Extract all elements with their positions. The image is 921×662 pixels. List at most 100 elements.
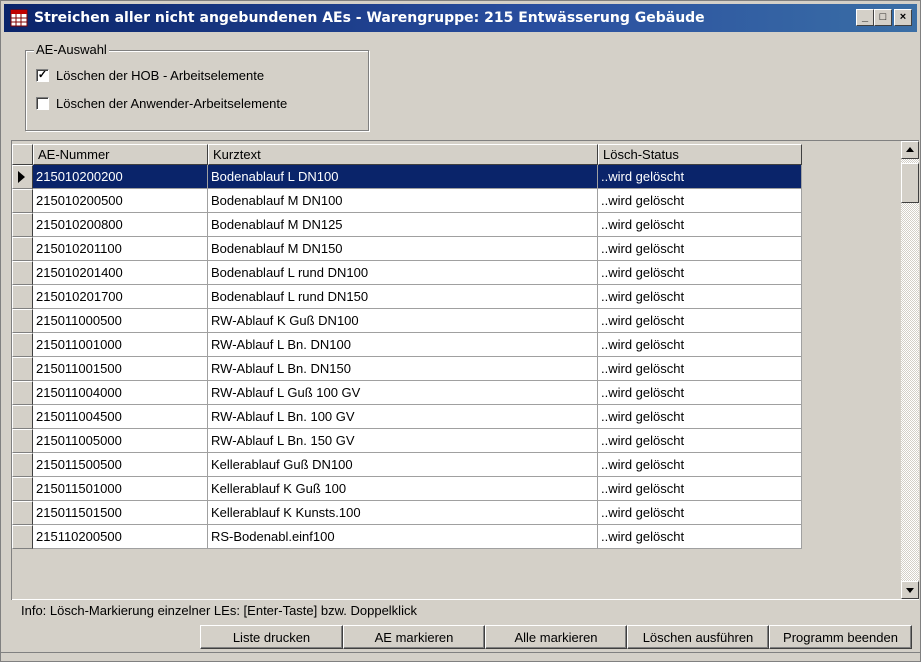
cell-nummer[interactable]: 215010200500 [33, 189, 208, 213]
cell-status[interactable]: ..wird gelöscht [598, 309, 802, 333]
row-indicator[interactable] [12, 477, 33, 501]
table-row[interactable]: 215010200800 Bodenablauf M DN125 ..wird ge… [12, 213, 802, 237]
cell-nummer[interactable]: 215110200500 [33, 525, 208, 549]
cell-nummer[interactable]: 215011501000 [33, 477, 208, 501]
cell-status[interactable]: ..wird gelöscht [598, 261, 802, 285]
checkbox-user[interactable] [36, 97, 49, 110]
row-indicator[interactable] [12, 189, 33, 213]
vertical-scrollbar[interactable] [901, 141, 919, 599]
cell-status[interactable]: ..wird gelöscht [598, 285, 802, 309]
table-row[interactable]: 215011004500 RW-Ablauf L Bn. 100 GV ..wird… [12, 405, 802, 429]
scroll-up-icon[interactable] [901, 141, 919, 159]
cell-kurztext[interactable]: Bodenablauf L rund DN150 [208, 285, 598, 309]
cell-kurztext[interactable]: RW-Ablauf L Bn. 150 GV [208, 429, 598, 453]
option-hob-elements[interactable]: ✓ Löschen der HOB - Arbeitselemente [36, 68, 264, 83]
table-row[interactable]: 215011001500 RW-Ablauf L Bn. DN150 ..wird … [12, 357, 802, 381]
cell-nummer[interactable]: 215011500500 [33, 453, 208, 477]
cell-kurztext[interactable]: Bodenablauf L DN100 [208, 165, 598, 189]
table-row[interactable]: 215010200200 Bodenablauf L DN100 ..wird ge… [12, 165, 802, 189]
table-row[interactable]: 215011500500 Kellerablauf Guß DN100 ..wird… [12, 453, 802, 477]
cell-status[interactable]: ..wird gelöscht [598, 237, 802, 261]
scroll-thumb[interactable] [901, 163, 919, 203]
cell-nummer[interactable]: 215010201400 [33, 261, 208, 285]
row-indicator[interactable] [12, 261, 33, 285]
cell-nummer[interactable]: 215010200200 [33, 165, 208, 189]
cell-kurztext[interactable]: Kellerablauf K Guß 100 [208, 477, 598, 501]
cell-status[interactable]: ..wird gelöscht [598, 357, 802, 381]
cell-status[interactable]: ..wird gelöscht [598, 429, 802, 453]
execute-delete-button[interactable]: Löschen ausführen [627, 625, 769, 649]
row-indicator[interactable] [12, 285, 33, 309]
data-grid[interactable]: AE-Nummer Kurztext Lösch-Status 21501020… [11, 140, 919, 600]
row-indicator[interactable] [12, 237, 33, 261]
table-row[interactable]: 215010201700 Bodenablauf L rund DN150 ..wi… [12, 285, 802, 309]
cell-nummer[interactable]: 215011004000 [33, 381, 208, 405]
cell-nummer[interactable]: 215011005000 [33, 429, 208, 453]
table-row[interactable]: 215011004000 RW-Ablauf L Guß 100 GV ..wird… [12, 381, 802, 405]
table-row[interactable]: 215010201100 Bodenablauf M DN150 ..wird ge… [12, 237, 802, 261]
row-indicator[interactable] [12, 381, 33, 405]
table-row[interactable]: 215011501500 Kellerablauf K Kunsts.100 ..w… [12, 501, 802, 525]
row-indicator[interactable] [12, 213, 33, 237]
cell-kurztext[interactable]: RS-Bodenabl.einf100 [208, 525, 598, 549]
cell-status[interactable]: ..wird gelöscht [598, 525, 802, 549]
exit-program-button[interactable]: Programm beenden [769, 625, 912, 649]
row-indicator[interactable] [12, 453, 33, 477]
cell-kurztext[interactable]: Bodenablauf M DN150 [208, 237, 598, 261]
cell-nummer[interactable]: 215011001000 [33, 333, 208, 357]
cell-nummer[interactable]: 215010201100 [33, 237, 208, 261]
row-indicator[interactable] [12, 429, 33, 453]
cell-kurztext[interactable]: Bodenablauf M DN100 [208, 189, 598, 213]
cell-kurztext[interactable]: RW-Ablauf L Bn. DN100 [208, 333, 598, 357]
cell-kurztext[interactable]: Kellerablauf K Kunsts.100 [208, 501, 598, 525]
title-bar[interactable]: Streichen aller nicht angebundenen AEs -… [4, 4, 917, 32]
cell-kurztext[interactable]: RW-Ablauf L Bn. 100 GV [208, 405, 598, 429]
scroll-down-icon[interactable] [901, 581, 919, 599]
row-indicator[interactable] [12, 333, 33, 357]
cell-nummer[interactable]: 215011004500 [33, 405, 208, 429]
column-header-nummer[interactable]: AE-Nummer [33, 144, 208, 165]
table-row[interactable]: 215011501000 Kellerablauf K Guß 100 ..wird… [12, 477, 802, 501]
cell-status[interactable]: ..wird gelöscht [598, 381, 802, 405]
checkbox-hob[interactable]: ✓ [36, 69, 49, 82]
table-row[interactable]: 215010200500 Bodenablauf M DN100 ..wird ge… [12, 189, 802, 213]
row-indicator-arrow-icon[interactable] [12, 165, 33, 189]
cell-kurztext[interactable]: Kellerablauf Guß DN100 [208, 453, 598, 477]
minimize-button[interactable]: _ [856, 9, 874, 26]
cell-nummer[interactable]: 215010201700 [33, 285, 208, 309]
cell-status[interactable]: ..wird gelöscht [598, 189, 802, 213]
close-button[interactable]: × [894, 9, 912, 26]
table-row[interactable]: 215011005000 RW-Ablauf L Bn. 150 GV ..wird… [12, 429, 802, 453]
mark-ae-button[interactable]: AE markieren [343, 625, 485, 649]
cell-status[interactable]: ..wird gelöscht [598, 477, 802, 501]
mark-all-button[interactable]: Alle markieren [485, 625, 627, 649]
row-indicator[interactable] [12, 525, 33, 549]
maximize-button[interactable]: □ [874, 9, 892, 26]
column-header-status[interactable]: Lösch-Status [598, 144, 802, 165]
cell-nummer[interactable]: 215010200800 [33, 213, 208, 237]
column-header-kurztext[interactable]: Kurztext [208, 144, 598, 165]
cell-nummer[interactable]: 215011000500 [33, 309, 208, 333]
cell-status[interactable]: ..wird gelöscht [598, 213, 802, 237]
table-row[interactable]: 215011000500 RW-Ablauf K Guß DN100 ..wird … [12, 309, 802, 333]
cell-status[interactable]: ..wird gelöscht [598, 453, 802, 477]
cell-status[interactable]: ..wird gelöscht [598, 333, 802, 357]
cell-status[interactable]: ..wird gelöscht [598, 405, 802, 429]
cell-status[interactable]: ..wird gelöscht [598, 165, 802, 189]
table-row[interactable]: 215110200500 RS-Bodenabl.einf100 ..wird ge… [12, 525, 802, 549]
row-indicator[interactable] [12, 501, 33, 525]
row-indicator[interactable] [12, 405, 33, 429]
cell-kurztext[interactable]: Bodenablauf M DN125 [208, 213, 598, 237]
print-list-button[interactable]: Liste drucken [200, 625, 343, 649]
table-row[interactable]: 215010201400 Bodenablauf L rund DN100 ..wi… [12, 261, 802, 285]
cell-status[interactable]: ..wird gelöscht [598, 501, 802, 525]
row-indicator[interactable] [12, 357, 33, 381]
row-indicator[interactable] [12, 309, 33, 333]
table-row[interactable]: 215011001000 RW-Ablauf L Bn. DN100 ..wird … [12, 333, 802, 357]
cell-kurztext[interactable]: RW-Ablauf L Bn. DN150 [208, 357, 598, 381]
cell-nummer[interactable]: 215011501500 [33, 501, 208, 525]
cell-kurztext[interactable]: RW-Ablauf L Guß 100 GV [208, 381, 598, 405]
option-user-elements[interactable]: Löschen der Anwender-Arbeitselemente [36, 96, 287, 111]
cell-kurztext[interactable]: RW-Ablauf K Guß DN100 [208, 309, 598, 333]
cell-kurztext[interactable]: Bodenablauf L rund DN100 [208, 261, 598, 285]
